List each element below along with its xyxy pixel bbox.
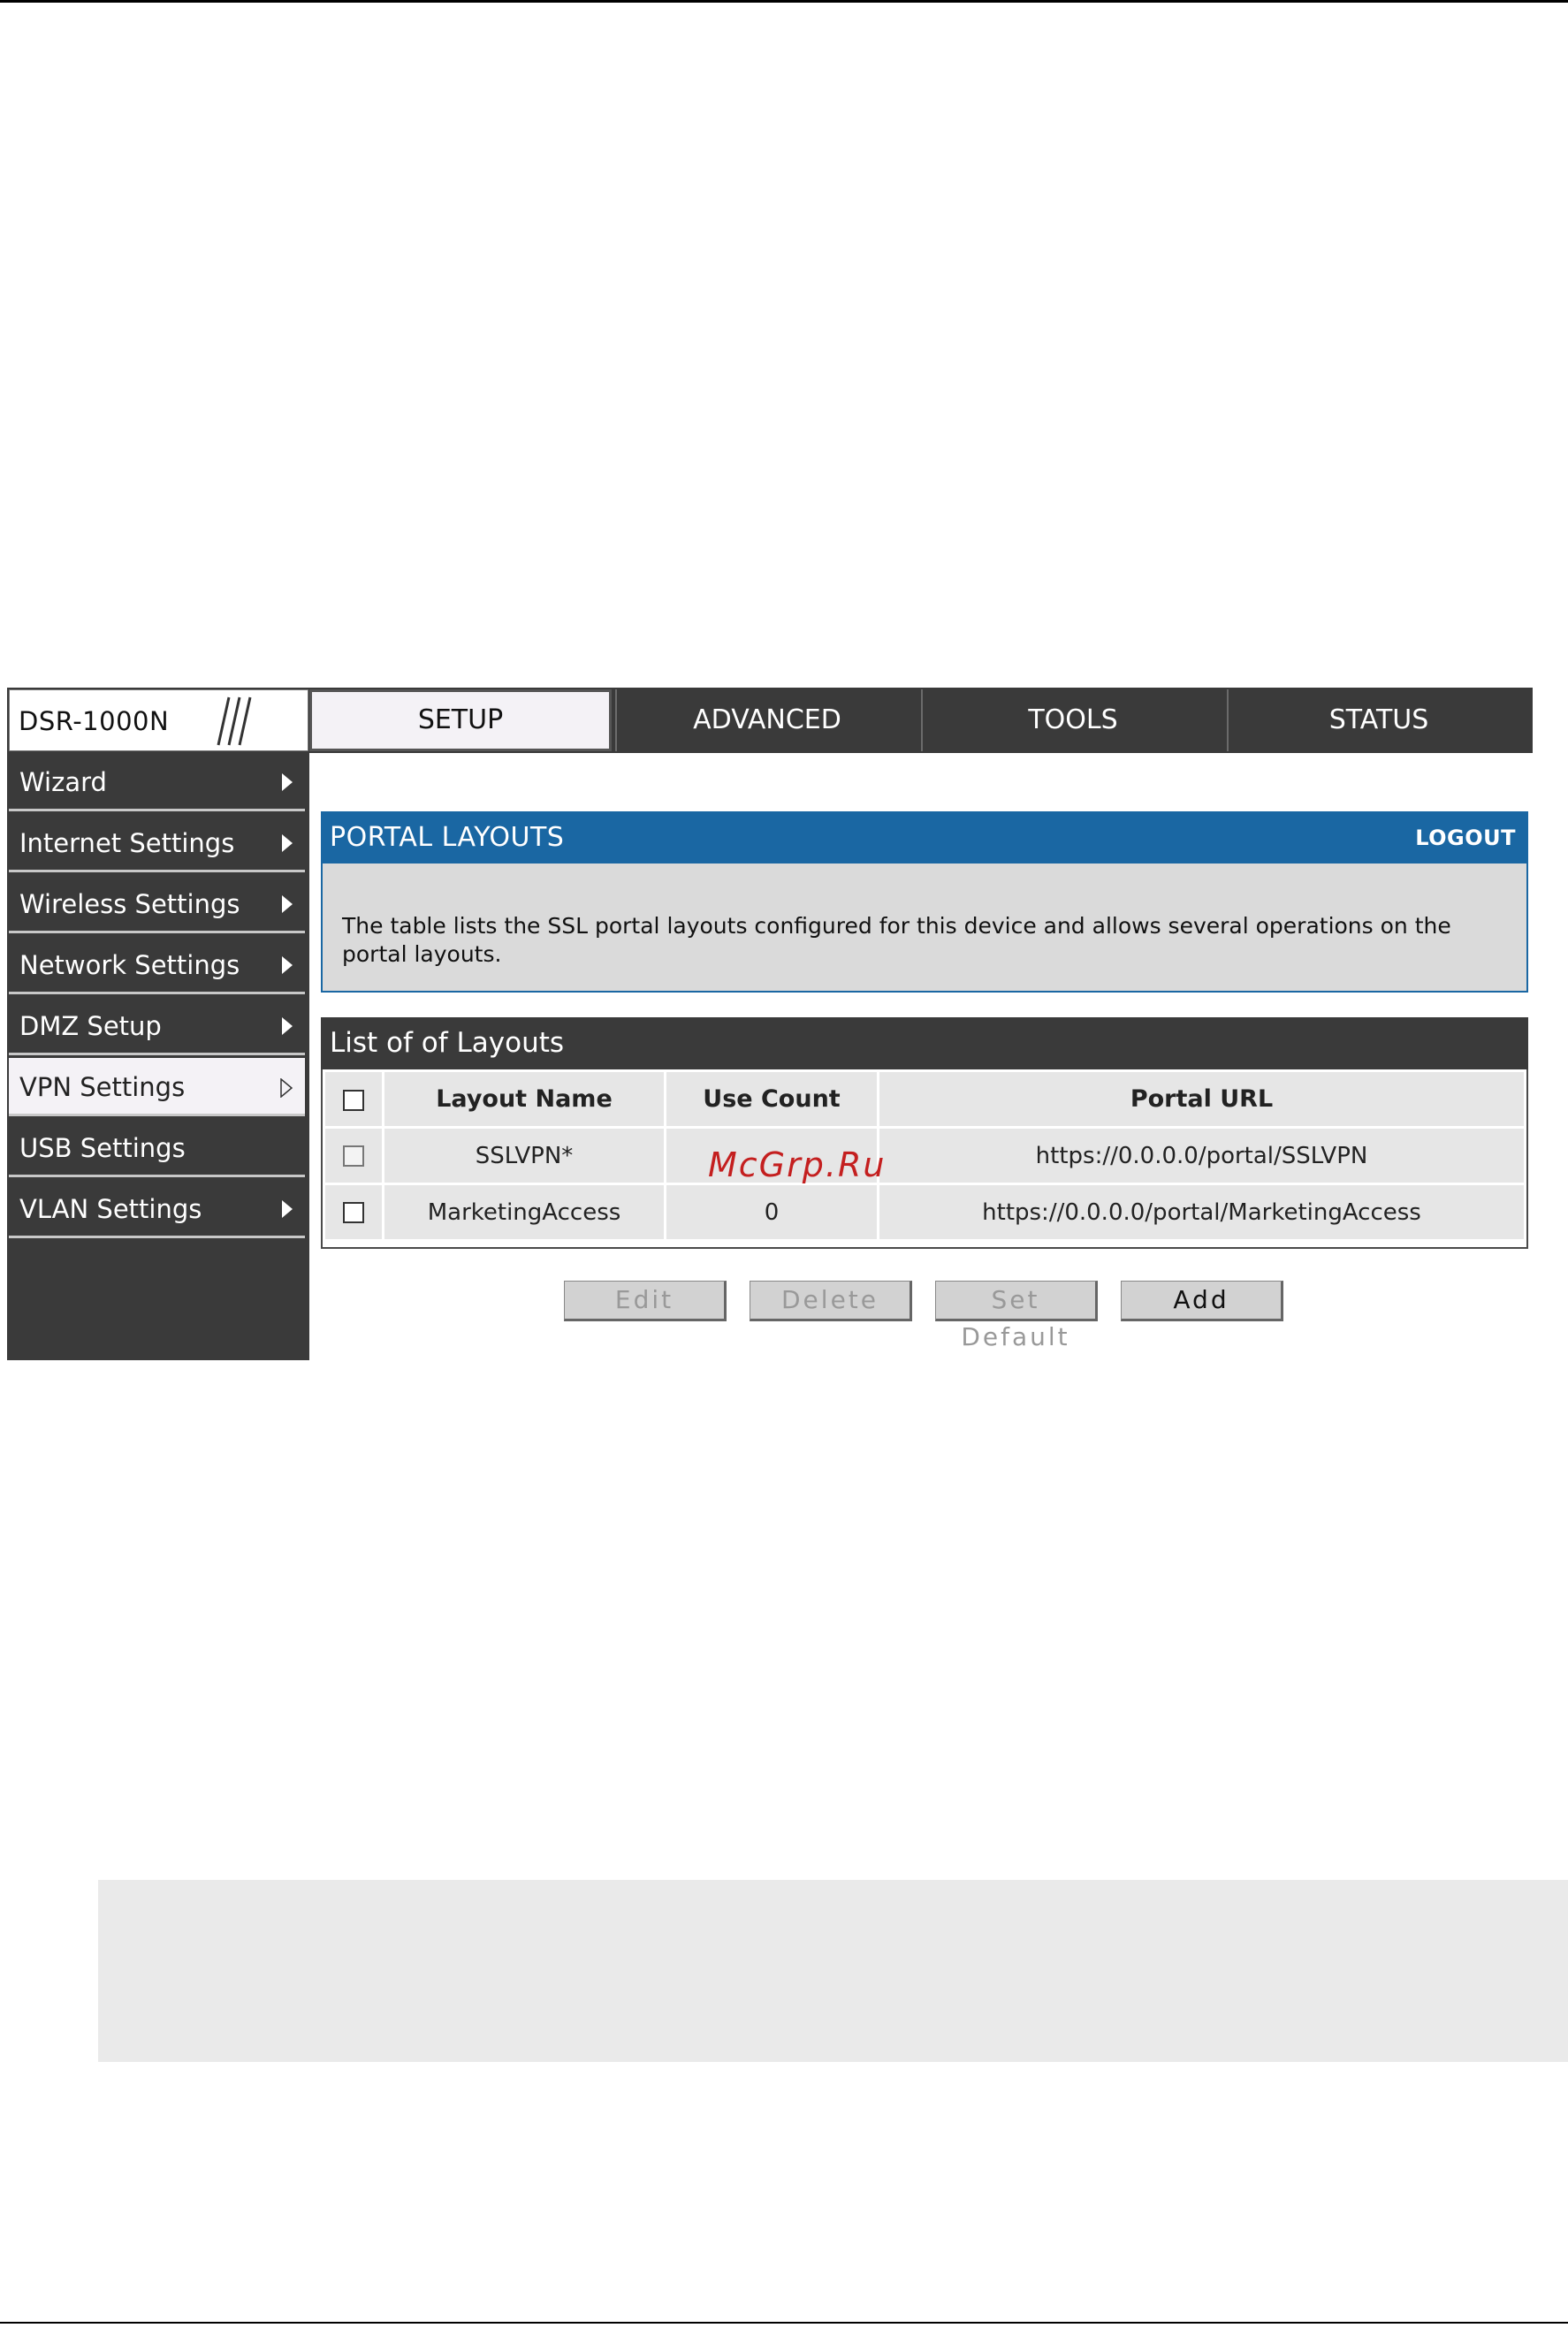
triangle-right-icon — [282, 1200, 293, 1218]
column-header-portal-url: Portal URL — [877, 1069, 1526, 1129]
note-box — [98, 1880, 1568, 2062]
page-title: PORTAL LAYOUTS — [330, 822, 565, 853]
layout-name-cell: MarketingAccess — [382, 1183, 666, 1242]
layouts-table: Layout Name Use Count Portal URL SSLVPN*… — [321, 1069, 1528, 1249]
sidebar-item-internet-settings[interactable]: Internet Settings — [9, 814, 305, 872]
row-checkbox-cell — [323, 1126, 384, 1185]
triangle-right-icon — [282, 834, 293, 852]
tab-tools[interactable]: TOOLS — [921, 689, 1223, 751]
triangle-right-icon — [282, 773, 293, 791]
row-checkbox — [343, 1145, 364, 1167]
sidebar-item-vlan-settings[interactable]: VLAN Settings — [9, 1180, 305, 1238]
sidebar-item-label: USB Settings — [19, 1133, 186, 1163]
column-header-layout-name: Layout Name — [382, 1069, 666, 1129]
table-row: SSLVPN* https://0.0.0.0/portal/SSLVPN — [323, 1126, 1526, 1185]
portal-url-cell: https://0.0.0.0/portal/SSLVPN — [877, 1126, 1526, 1185]
page-description: The table lists the SSL portal layouts c… — [342, 913, 1451, 967]
page-bottom-rule — [0, 2322, 1568, 2324]
page-top-rule — [0, 0, 1568, 3]
device-logo: DSR-1000N — [9, 689, 308, 751]
sidebar-item-label: VPN Settings — [19, 1072, 186, 1102]
triangle-right-icon — [282, 1017, 293, 1035]
portal-layouts-description-box: The table lists the SSL portal layouts c… — [321, 863, 1528, 993]
portal-url-cell: https://0.0.0.0/portal/MarketingAccess — [877, 1183, 1526, 1242]
use-count-cell: 0 — [664, 1183, 879, 1242]
device-model: DSR-1000N — [19, 706, 170, 736]
triangle-right-icon — [282, 956, 293, 974]
layouts-list-title: List of of Layouts — [321, 1017, 1528, 1069]
sidebar-item-label: Wireless Settings — [19, 889, 240, 919]
router-admin-screenshot: DSR-1000N SETUP ADVANCED TOOLS STATUS Wi… — [7, 688, 1533, 1360]
select-all-checkbox[interactable] — [343, 1089, 364, 1111]
sidebar-item-network-settings[interactable]: Network Settings — [9, 936, 305, 994]
row-checkbox[interactable] — [343, 1202, 364, 1223]
sidebar-item-label: Wizard — [19, 767, 107, 797]
table-header-row: Layout Name Use Count Portal URL — [323, 1069, 1526, 1129]
sidebar-item-label: DMZ Setup — [19, 1011, 162, 1041]
sidebar: Wizard Internet Settings Wireless Settin… — [7, 753, 309, 1360]
logout-link[interactable]: LOGOUT — [1415, 825, 1516, 850]
tab-setup[interactable]: SETUP — [309, 689, 612, 751]
sidebar-item-dmz-setup[interactable]: DMZ Setup — [9, 997, 305, 1055]
edit-button[interactable]: Edit — [564, 1281, 727, 1321]
sidebar-item-label: Network Settings — [19, 950, 240, 980]
sidebar-item-wireless-settings[interactable]: Wireless Settings — [9, 875, 305, 933]
sidebar-item-usb-settings[interactable]: USB Settings — [9, 1119, 305, 1177]
tab-status[interactable]: STATUS — [1227, 689, 1529, 751]
delete-button[interactable]: Delete — [750, 1281, 912, 1321]
triangle-right-outline-icon — [280, 1078, 293, 1098]
add-button[interactable]: Add — [1121, 1281, 1283, 1321]
triangle-right-icon — [282, 895, 293, 913]
table-row: MarketingAccess 0 https://0.0.0.0/portal… — [323, 1183, 1526, 1242]
sidebar-item-wizard[interactable]: Wizard — [9, 753, 305, 811]
portal-layouts-header: PORTAL LAYOUTS LOGOUT — [321, 811, 1528, 863]
layout-name-cell: SSLVPN* — [382, 1126, 666, 1185]
sidebar-item-vpn-settings[interactable]: VPN Settings — [9, 1058, 305, 1116]
set-default-button[interactable]: Set Default — [935, 1281, 1098, 1351]
sidebar-item-label: Internet Settings — [19, 828, 235, 858]
column-header-use-count: Use Count — [664, 1069, 879, 1129]
row-checkbox-cell — [323, 1183, 384, 1242]
sidebar-item-label: VLAN Settings — [19, 1194, 202, 1224]
tab-advanced[interactable]: ADVANCED — [615, 689, 917, 751]
select-all-cell — [323, 1069, 384, 1129]
top-header-bar: DSR-1000N SETUP ADVANCED TOOLS STATUS — [7, 688, 1533, 753]
logo-slashes-icon — [217, 696, 252, 746]
watermark-text: McGrp.Ru — [708, 1145, 887, 1184]
